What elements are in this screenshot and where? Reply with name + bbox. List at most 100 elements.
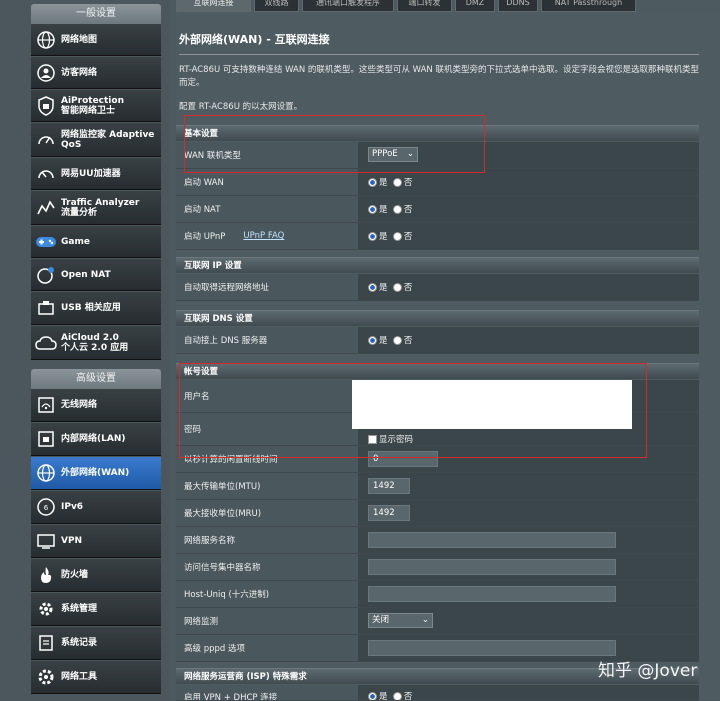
- nav-label: 系统记录: [61, 638, 98, 648]
- nav-administration[interactable]: 系统管理: [31, 593, 161, 626]
- enable-wan-no-radio[interactable]: [392, 177, 402, 187]
- radio-no-label: 否: [403, 232, 413, 242]
- auto-dns-no-radio[interactable]: [392, 335, 402, 345]
- nav-label: 网络地图: [61, 34, 98, 45]
- tab-port-trigger[interactable]: 通讯端口触发程序: [302, 0, 394, 12]
- vpn-dhcp-yes-radio[interactable]: [368, 691, 377, 700]
- enable-nat-no-radio[interactable]: [392, 204, 402, 214]
- nav-wireless[interactable]: 无线网络: [31, 389, 161, 422]
- content-area: 外部网络(WAN) - 互联网连接 RT-AC86U 可支持数种连结 WAN 的…: [176, 12, 720, 701]
- nav-open-nat[interactable]: Open NAT: [31, 259, 161, 291]
- tab-dmz[interactable]: DMZ: [455, 0, 495, 12]
- nav-wan[interactable]: 外部网络(WAN): [31, 457, 161, 490]
- vpn-dhcp-label: 启用 VPN + DHCP 连接: [176, 685, 358, 700]
- nav-aiprotection[interactable]: AiProtection 智能网络卫士: [31, 90, 161, 122]
- nav-label: IPv6: [61, 502, 84, 512]
- tab-dual-wan[interactable]: 双线路: [254, 0, 299, 12]
- nav-label: 无线网络: [61, 400, 98, 410]
- nav-network-map[interactable]: 网络地图: [31, 24, 161, 56]
- tab-nat-passthrough[interactable]: NAT Passthrough: [541, 0, 636, 12]
- tab-bar: 互联网连接 双线路 通讯端口触发程序 端口转发 DMZ DDNS NAT Pas…: [170, 0, 720, 12]
- general-settings-header: 一般设置: [31, 4, 161, 24]
- host-uniq-input[interactable]: [368, 586, 616, 602]
- tab-port-forwarding[interactable]: 端口转发: [397, 0, 452, 12]
- nav-label: Traffic Analyzer 流量分析: [61, 197, 140, 218]
- mru-input[interactable]: 1492: [368, 505, 410, 521]
- ac-name-input[interactable]: [368, 559, 616, 575]
- vpn-dhcp-no-radio[interactable]: [392, 691, 402, 700]
- wan-globe-icon: [31, 463, 61, 483]
- ipv6-icon: 6: [31, 497, 61, 517]
- mru-label: 最大接收单位(MRU): [176, 500, 358, 526]
- nav-ipv6[interactable]: 6 IPv6: [31, 491, 161, 524]
- mtu-input[interactable]: 1492: [368, 478, 410, 494]
- nav-label: AiProtection 智能网络卫士: [61, 95, 124, 116]
- traffic-chart-icon: [31, 198, 61, 218]
- config-text: 配置 RT-AC86U 的以太网设置。: [179, 102, 303, 112]
- shield-icon: [31, 95, 61, 116]
- auto-ip-label: 自动取得远程网络地址: [176, 274, 358, 300]
- enable-upnp-no-radio[interactable]: [392, 231, 402, 241]
- globe-icon: [31, 30, 61, 50]
- auto-dns-yes-radio[interactable]: [368, 335, 377, 345]
- speedometer-icon: [31, 164, 61, 184]
- nav-lan[interactable]: 内部网络(LAN): [31, 423, 161, 456]
- nav-traffic-analyzer[interactable]: Traffic Analyzer 流量分析: [31, 191, 161, 225]
- tab-ddns[interactable]: DDNS: [498, 0, 538, 12]
- guest-network-icon: [31, 63, 61, 83]
- nav-game[interactable]: Game: [31, 226, 161, 258]
- service-name-input[interactable]: [368, 532, 616, 548]
- monitor-select[interactable]: 关闭 ⌄: [368, 613, 433, 628]
- auto-ip-no-radio[interactable]: [392, 282, 402, 292]
- log-icon: [31, 633, 61, 653]
- nav-label: Game: [61, 236, 90, 247]
- radio-yes-label: 是: [379, 205, 388, 215]
- lan-icon: [31, 429, 61, 449]
- tab-internet-connection[interactable]: 互联网连接: [176, 0, 251, 12]
- row-wan-type: WAN 联机类型 PPPoE ⌄: [176, 142, 699, 169]
- nav-network-tools[interactable]: 网络工具: [31, 661, 161, 694]
- nav-label: VPN: [61, 536, 83, 546]
- nav-vpn[interactable]: VPN: [31, 525, 161, 558]
- admin-gear-icon: [31, 599, 61, 619]
- nav-usb-apps[interactable]: USB 相关应用: [31, 292, 161, 325]
- radio-no-label: 否: [403, 692, 413, 701]
- monitor-label: 网络监测: [176, 608, 358, 634]
- nav-adaptive-qos[interactable]: 网络监控家 Adaptive QoS: [31, 123, 161, 157]
- row-mtu: 最大传输单位(MTU) 1492: [176, 473, 699, 500]
- enable-nat-yes-radio[interactable]: [368, 204, 377, 214]
- ac-name-label: 访问信号集中器名称: [176, 554, 358, 580]
- title-divider: [179, 54, 699, 55]
- usb-icon: [31, 298, 61, 318]
- row-auto-ip: 自动取得远程网络地址 是 否: [176, 274, 699, 301]
- vpn-icon: [31, 531, 61, 551]
- advanced-settings-header: 高级设置: [31, 369, 161, 389]
- wireless-icon: [31, 395, 61, 415]
- chevron-down-icon: ⌄: [406, 149, 414, 159]
- enable-upnp-yes-radio[interactable]: [368, 231, 377, 241]
- idle-time-input[interactable]: 0: [368, 451, 438, 467]
- pppd-input[interactable]: [368, 640, 616, 656]
- enable-wan-yes-radio[interactable]: [368, 177, 377, 187]
- chevron-down-icon: ⌄: [421, 615, 429, 625]
- upnp-faq-link[interactable]: UPnP FAQ: [243, 231, 284, 241]
- nav-label: 内部网络(LAN): [61, 434, 126, 444]
- wan-type-select[interactable]: PPPoE ⌄: [368, 147, 418, 162]
- nav-system-log[interactable]: 系统记录: [31, 627, 161, 660]
- nav-firewall[interactable]: 防火墙: [31, 559, 161, 592]
- nav-uu-accelerator[interactable]: 网易UU加速器: [31, 158, 161, 190]
- section-account-header: 帐号设置: [176, 363, 699, 379]
- username-label: 用户名: [176, 380, 358, 412]
- radio-yes-label: 是: [379, 692, 388, 701]
- nav-label: 访客网络: [61, 67, 98, 78]
- mtu-label: 最大传输单位(MTU): [176, 473, 358, 499]
- section-ip-header: 互联网 IP 设置: [176, 257, 699, 273]
- nav-label: Open NAT: [61, 269, 111, 280]
- show-password-checkbox[interactable]: [368, 434, 377, 444]
- nav-guest-network[interactable]: 访客网络: [31, 57, 161, 89]
- nav-aicloud[interactable]: AiCloud 2.0 个人云 2.0 应用: [31, 326, 161, 360]
- nav-label: 系统管理: [61, 604, 98, 614]
- redacted-credentials-area[interactable]: [352, 380, 632, 429]
- auto-ip-yes-radio[interactable]: [368, 282, 377, 292]
- monitor-value: 关闭: [372, 615, 390, 625]
